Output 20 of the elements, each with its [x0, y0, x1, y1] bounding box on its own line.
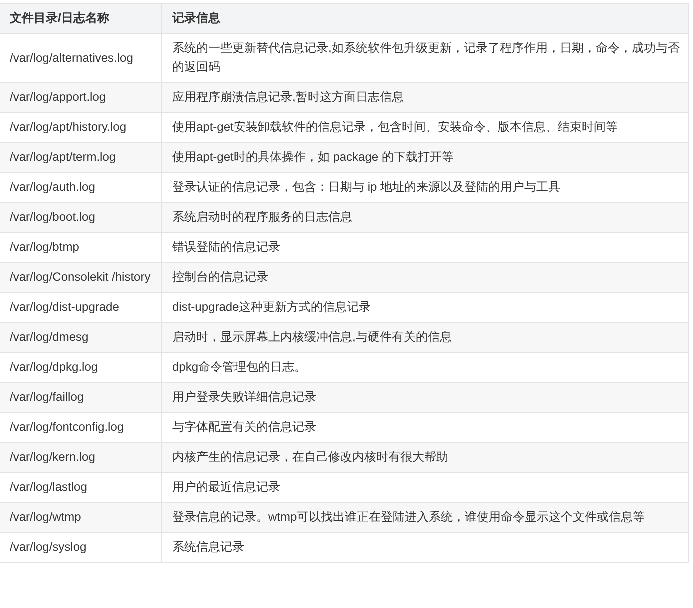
table-cell: 控制台的信息记录	[161, 262, 688, 292]
table-cell: 系统启动时的程序服务的日志信息	[161, 202, 688, 232]
table-cell: /var/log/dmesg	[0, 322, 161, 352]
column-header: 文件目录/日志名称	[0, 4, 161, 34]
table-cell: 启动时，显示屏幕上内核缓冲信息,与硬件有关的信息	[161, 322, 688, 352]
table-cell: /var/log/faillog	[0, 382, 161, 412]
table-cell: /var/log/boot.log	[0, 202, 161, 232]
table-cell: 使用apt-get时的具体操作，如 package 的下载打开等	[161, 142, 688, 172]
table-cell: 内核产生的信息记录，在自己修改内核时有很大帮助	[161, 442, 688, 472]
table-cell: /var/log/apt/term.log	[0, 142, 161, 172]
table-cell: /var/log/apport.log	[0, 82, 161, 112]
table-cell: 用户登录失败详细信息记录	[161, 382, 688, 412]
table-cell: 登录信息的记录。wtmp可以找出谁正在登陆进入系统，谁使用命令显示这个文件或信息等	[161, 502, 688, 532]
table-cell: /var/log/syslog	[0, 532, 161, 562]
table-cell: /var/log/Consolekit /history	[0, 262, 161, 292]
column-header: 记录信息	[161, 4, 688, 34]
table-cell: 系统信息记录	[161, 532, 688, 562]
table-cell: 应用程序崩溃信息记录,暂时这方面日志信息	[161, 82, 688, 112]
table-cell: /var/log/kern.log	[0, 442, 161, 472]
table-cell: /var/log/wtmp	[0, 502, 161, 532]
